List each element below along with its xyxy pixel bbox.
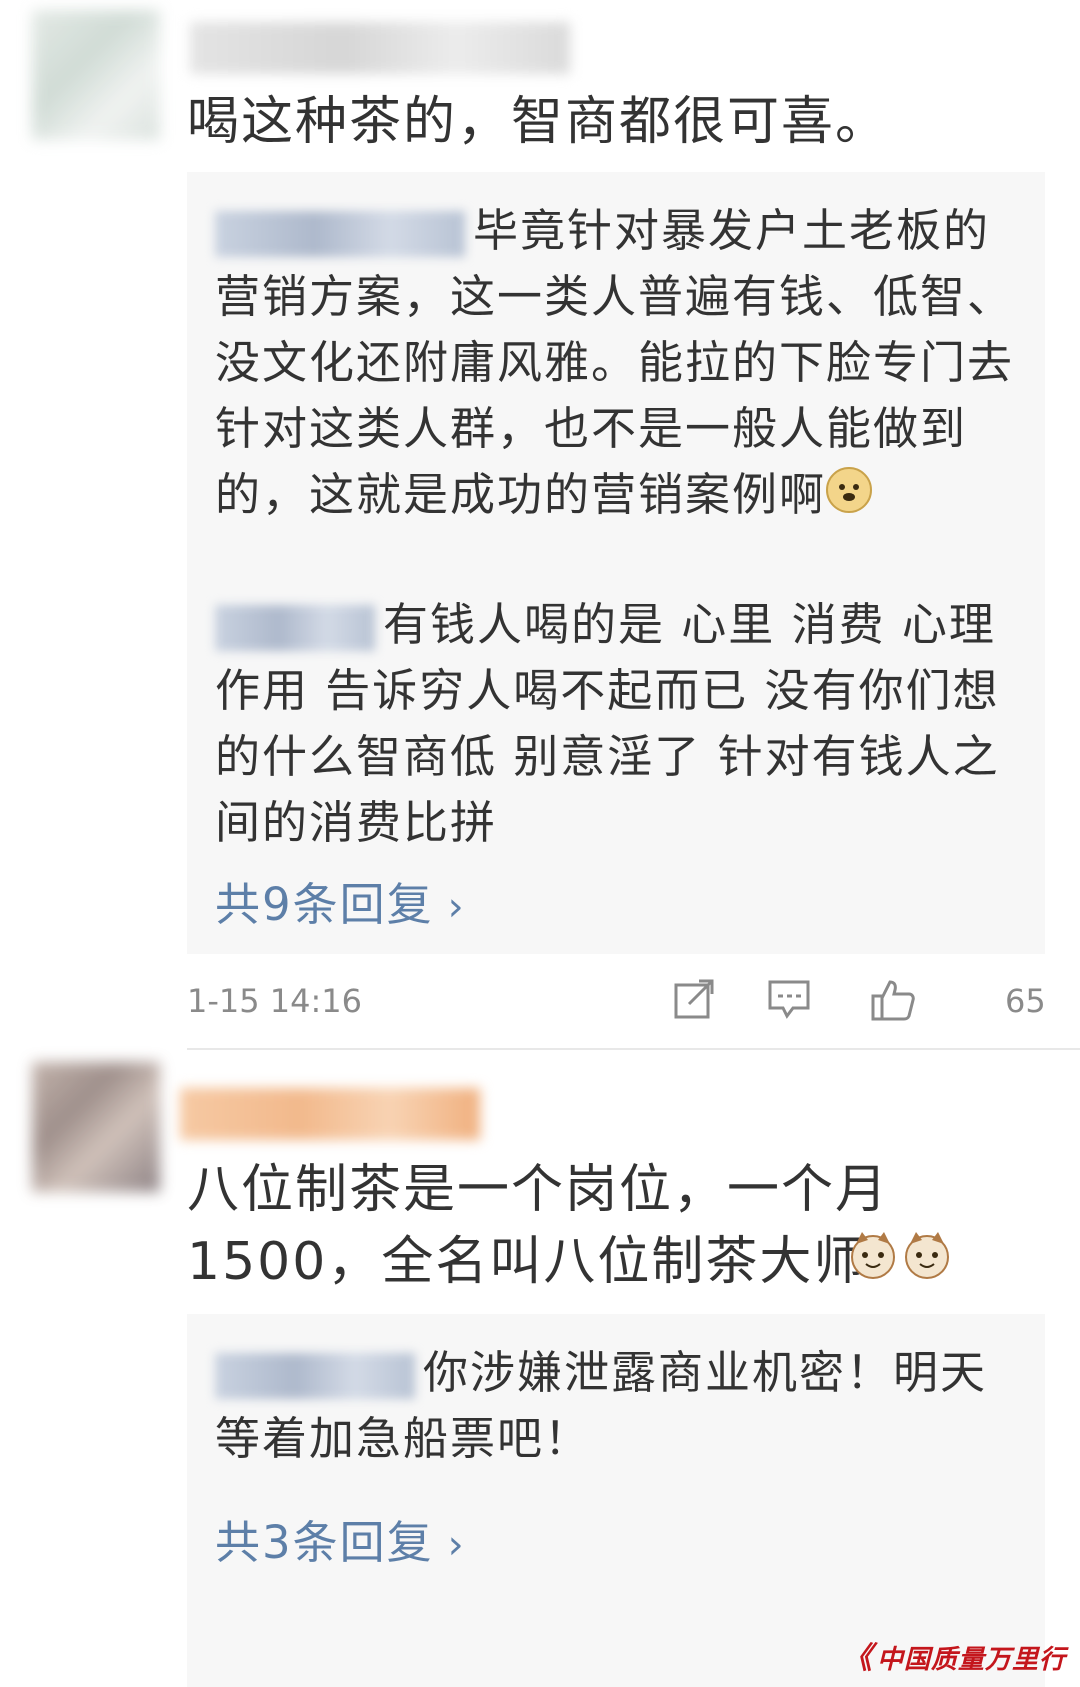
username[interactable] xyxy=(180,1088,480,1140)
chevron-right-icon: › xyxy=(447,884,466,930)
like-count: 65 xyxy=(1005,982,1046,1020)
avatar[interactable] xyxy=(32,10,160,140)
cat-emoji-icon xyxy=(848,1230,898,1284)
comment-meta: 1-15 14:16 65 xyxy=(187,972,1080,1042)
reply-list: 你涉嫌泄露商业机密！明天等着加急船票吧！ 共3条回复 › xyxy=(187,1314,1045,1687)
reply-item: 你涉嫌泄露商业机密！明天等着加急船票吧！ xyxy=(215,1340,1015,1472)
reply-username[interactable] xyxy=(215,605,375,651)
reply-item: 毕竟针对暴发户土老板的营销方案，这一类人普遍有钱、低智、没文化还附庸风雅。能拉的… xyxy=(215,198,1015,531)
doge-emoji-icon xyxy=(826,465,873,531)
watermark: 《中国质量万里行 xyxy=(842,1633,1066,1677)
timestamp: 1-15 14:16 xyxy=(187,982,363,1020)
comment-item: 八位制茶是一个岗位，一个月1500，全名叫八位制茶大师 你涉嫌泄露商业机密！明天… xyxy=(0,1052,1080,1687)
cat-emoji-icon xyxy=(902,1230,952,1284)
chevron-right-icon: › xyxy=(447,1522,466,1568)
more-replies-link[interactable]: 共9条回复 › xyxy=(215,868,466,933)
reply-item: 有钱人喝的是 心里 消费 心理作用 告诉穷人喝不起而已 没有你们想的什么智商低 … xyxy=(215,592,1015,856)
share-icon[interactable] xyxy=(673,978,715,1024)
comment-item: 喝这种茶的，智商都很可喜。 毕竟针对暴发户土老板的营销方案，这一类人普遍有钱、低… xyxy=(0,0,1080,1050)
avatar[interactable] xyxy=(32,1062,160,1192)
more-replies-link[interactable]: 共3条回复 › xyxy=(215,1506,466,1571)
thumbs-up-icon[interactable] xyxy=(870,978,916,1026)
comment-icon[interactable] xyxy=(767,978,811,1024)
reply-username[interactable] xyxy=(215,1353,415,1399)
username[interactable] xyxy=(190,22,570,74)
comment-text: 喝这种茶的，智商都很可喜。 xyxy=(187,92,890,152)
reply-list: 毕竟针对暴发户土老板的营销方案，这一类人普遍有钱、低智、没文化还附庸风雅。能拉的… xyxy=(187,172,1045,954)
divider xyxy=(187,1048,1080,1050)
reply-username[interactable] xyxy=(215,211,465,257)
watermark-logo-icon: 《 xyxy=(841,1641,873,1676)
